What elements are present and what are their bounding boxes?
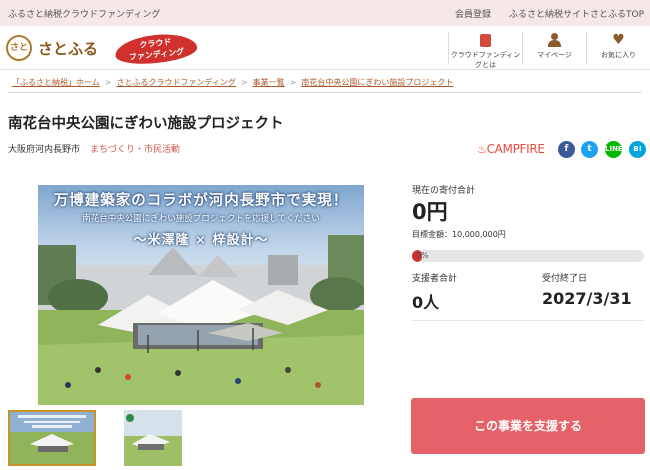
line-share-icon[interactable]: LINE	[605, 141, 623, 158]
heart-icon: ♥	[612, 32, 625, 48]
thumbnail-1[interactable]	[8, 410, 96, 466]
top-links: 会員登録 ふるさと納税サイトさとふるTOP	[455, 7, 644, 20]
supporters-value: 0人	[412, 293, 440, 312]
header-nav: クラウドファンディングとは マイページ ♥ お気に入り	[448, 32, 650, 69]
project-category[interactable]: まちづくり・市民活動	[90, 142, 180, 155]
breadcrumb-crowdfunding[interactable]: さとふるクラウドファンディング	[116, 78, 235, 87]
supporters-label: 支援者合計	[412, 274, 458, 284]
hatena-bookmark-icon[interactable]: B!	[629, 141, 646, 158]
crowdfunding-badge[interactable]: クラウド ファンディング	[113, 30, 199, 68]
total-value: 0円	[412, 200, 448, 224]
hero-subheadline: 南花台中央公園にぎわい施設プロジェクトを応援してください	[82, 214, 320, 224]
campfire-logo: ♨CAMPFIRE	[477, 142, 545, 156]
satofull-logo-icon[interactable]: さと	[6, 35, 32, 61]
breadcrumb: 「ふるさと納税」ホーム > さとふるクラウドファンディング > 事業一覧 > 南花台中央公園…	[8, 71, 642, 93]
progress-bar: 0%	[412, 250, 644, 262]
site-header: さと さとふる クラウド ファンディング クラウドファンディングとは マイページ…	[0, 26, 650, 70]
total-label: 現在の寄付合計	[412, 186, 476, 196]
goal-amount: 目標金額：10,000,000円	[412, 230, 506, 239]
flame-icon: ♨	[477, 143, 487, 156]
nav-label: クラウドファンディングとは	[450, 51, 521, 69]
progress-percent: 0%	[416, 251, 429, 260]
nav-label: マイページ	[537, 51, 572, 59]
platform-name: CAMPFIRE	[486, 142, 545, 156]
nav-mypage[interactable]: マイページ	[522, 32, 586, 64]
project-main-image: 万博建築家のコラボが河内長野市で実現！ 南花台中央公園にぎわい施設プロジェクトを…	[38, 185, 364, 405]
register-link[interactable]: 会員登録	[455, 7, 491, 20]
thumbnail-2[interactable]	[124, 410, 212, 466]
page-title: 南花台中央公園にぎわい施設プロジェクト	[8, 116, 284, 132]
breadcrumb-home[interactable]: 「ふるさと納税」ホーム	[12, 78, 100, 87]
nav-favorites[interactable]: ♥ お気に入り	[586, 32, 650, 64]
breadcrumb-projects[interactable]: 事業一覧	[253, 78, 285, 87]
deadline-value: 2027/3/31	[542, 289, 632, 308]
hero-credit: 〜米澤隆 × 梓設計〜	[133, 233, 269, 248]
person-icon	[548, 33, 561, 47]
site-tagline: ふるさと納税クラウドファンディング	[8, 10, 161, 20]
book-icon	[480, 34, 491, 47]
satofull-top-link[interactable]: ふるさと納税サイトさとふるTOP	[509, 7, 644, 20]
facebook-share-icon[interactable]: f	[558, 141, 575, 158]
divider	[412, 320, 644, 321]
nav-about-crowdfunding[interactable]: クラウドファンディングとは	[448, 32, 522, 69]
deadline-label: 受付終了日	[542, 274, 588, 284]
support-project-button[interactable]: この事業を支援する	[411, 398, 645, 454]
twitter-share-icon[interactable]: t	[581, 141, 598, 158]
satofull-logo[interactable]: さとふる	[38, 38, 98, 59]
nav-label: お気に入り	[601, 51, 636, 59]
hero-headline: 万博建築家のコラボが河内長野市で実現！	[53, 192, 349, 209]
top-bar: ふるさと納税クラウドファンディング 会員登録 ふるさと納税サイトさとふるTOP	[0, 0, 650, 26]
project-location: 大阪府河内長野市	[8, 145, 81, 155]
breadcrumb-current[interactable]: 南花台中央公園にぎわい施設プロジェクト	[301, 78, 453, 87]
